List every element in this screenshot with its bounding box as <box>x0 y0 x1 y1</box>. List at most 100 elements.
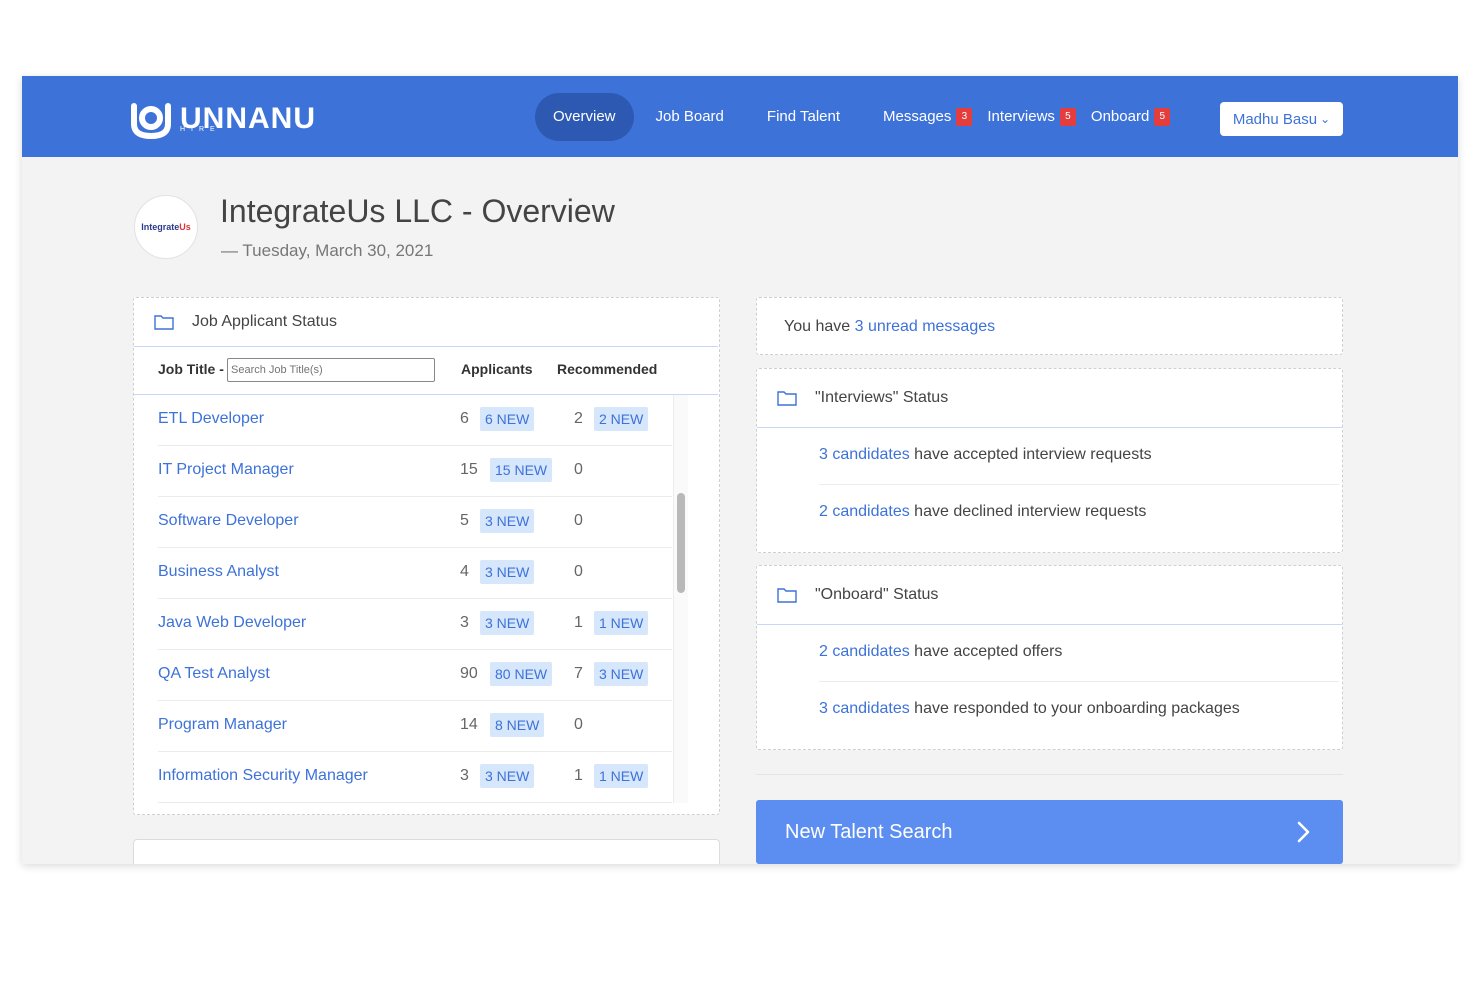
recommended-count: 1 <box>574 614 583 631</box>
secondary-card-partial <box>133 839 720 864</box>
nav-label: Find Talent <box>766 108 841 125</box>
recommended-count: 0 <box>574 461 583 478</box>
status-text: have accepted offers <box>909 643 1063 660</box>
applicants-new-tag[interactable]: 80 NEW <box>490 662 553 686</box>
nav-label: Job Board <box>655 108 724 125</box>
interviews-status-card: "Interviews" Status 3 candidates have ac… <box>756 368 1343 553</box>
table-row: ETL Developer 6 6 NEW 2 2 NEW <box>158 395 672 446</box>
brand-subtitle: HIRE <box>180 126 221 133</box>
table-row: QA Test Analyst 90 80 NEW 7 3 NEW <box>158 650 672 701</box>
interviews-accepted-line: 3 candidates have accepted interview req… <box>819 446 1152 464</box>
scrollbar[interactable] <box>673 395 688 803</box>
applicants-count: 15 <box>460 461 478 478</box>
job-title-link[interactable]: QA Test Analyst <box>158 665 270 683</box>
chevron-right-icon <box>1297 821 1310 843</box>
scrollbar-thumb[interactable] <box>677 493 685 593</box>
nav-label: Overview <box>553 108 616 125</box>
folder-icon <box>777 391 797 406</box>
divider <box>819 681 1339 682</box>
card-title: "Onboard" Status <box>815 586 939 603</box>
table-row: IT Project Manager 15 15 NEW 0 <box>158 446 672 497</box>
applicants-new-tag[interactable]: 3 NEW <box>480 560 535 584</box>
table-row: Software Developer 5 3 NEW 0 <box>158 497 672 548</box>
recommended-count: 7 <box>574 665 583 682</box>
applicants-new-tag[interactable]: 6 NEW <box>480 407 535 431</box>
job-rows: ETL Developer 6 6 NEW 2 2 NEW IT Project… <box>134 395 718 803</box>
card-header: "Interviews" Status <box>757 369 1342 427</box>
nav-onboard[interactable]: Onboard 5 <box>1076 93 1171 141</box>
column-recommended[interactable]: Recommended <box>557 361 657 377</box>
table-row: Business Analyst 4 3 NEW 0 <box>158 548 672 599</box>
onboard-packages-line: 3 candidates have responded to your onbo… <box>819 700 1240 718</box>
accepted-candidates-link[interactable]: 3 candidates <box>819 446 910 463</box>
card-header: Job Applicant Status <box>134 298 719 346</box>
applicants-new-tag[interactable]: 3 NEW <box>480 509 535 533</box>
divider <box>757 427 1342 428</box>
page-title: IntegrateUs LLC - Overview <box>220 193 615 229</box>
nav-messages[interactable]: Messages 3 <box>861 93 973 141</box>
column-applicants[interactable]: Applicants <box>461 361 533 377</box>
job-title-search-input[interactable] <box>227 358 435 382</box>
onboard-count-badge: 5 <box>1154 108 1171 126</box>
company-logo-text-accent: Us <box>179 222 191 232</box>
applicants-new-tag[interactable]: 3 NEW <box>480 764 535 788</box>
interviews-declined-line: 2 candidates have declined interview req… <box>819 503 1146 521</box>
onboard-status-card: "Onboard" Status 2 candidates have accep… <box>756 565 1343 750</box>
chevron-down-icon: ⌄ <box>1320 112 1331 126</box>
recommended-new-tag[interactable]: 2 NEW <box>594 407 649 431</box>
main-nav: Overview Job Board Find Talent Messages 3… <box>535 93 1171 141</box>
declined-candidates-link[interactable]: 2 candidates <box>819 503 910 520</box>
recommended-new-tag[interactable]: 1 NEW <box>594 764 649 788</box>
recommended-count: 2 <box>574 410 583 427</box>
job-title-link[interactable]: Java Web Developer <box>158 614 306 632</box>
applicants-new-tag[interactable]: 3 NEW <box>480 611 535 635</box>
user-menu-button[interactable]: Madhu Basu ⌄ <box>1220 102 1343 136</box>
packages-candidates-link[interactable]: 3 candidates <box>819 700 910 717</box>
cta-label: New Talent Search <box>785 820 953 843</box>
recommended-new-tag[interactable]: 3 NEW <box>594 662 649 686</box>
messages-prefix: You have <box>784 318 855 335</box>
recommended-new-tag[interactable]: 1 NEW <box>594 611 649 635</box>
applicants-count: 14 <box>460 716 478 733</box>
unread-messages-link[interactable]: 3 unread messages <box>855 318 996 335</box>
job-title-link[interactable]: Business Analyst <box>158 563 279 581</box>
job-title-link[interactable]: Information Security Manager <box>158 767 368 785</box>
onboard-offers-line: 2 candidates have accepted offers <box>819 643 1062 661</box>
applicants-count: 4 <box>460 563 469 580</box>
folder-icon <box>777 588 797 603</box>
user-name: Madhu Basu <box>1232 110 1318 128</box>
recommended-count: 0 <box>574 716 583 733</box>
nav-find-talent[interactable]: Find Talent <box>746 93 861 141</box>
applicants-count: 3 <box>460 767 469 784</box>
recommended-count: 1 <box>574 767 583 784</box>
page-date: — Tuesday, March 30, 2021 <box>221 241 434 260</box>
divider <box>757 624 1342 625</box>
table-row: Java Web Developer 3 3 NEW 1 1 NEW <box>158 599 672 650</box>
nav-label: Onboard <box>1090 108 1150 125</box>
card-title: "Interviews" Status <box>815 389 949 406</box>
recommended-count: 0 <box>574 512 583 529</box>
status-text: have declined interview requests <box>909 503 1147 520</box>
table-header: Job Title - Applicants Recommended <box>134 346 718 395</box>
new-talent-search-button[interactable]: New Talent Search <box>756 800 1343 864</box>
applicants-new-tag[interactable]: 8 NEW <box>490 713 545 737</box>
job-title-link[interactable]: IT Project Manager <box>158 461 294 479</box>
applicants-count: 90 <box>460 665 478 682</box>
divider <box>756 774 1343 775</box>
table-row: Program Manager 14 8 NEW 0 <box>158 701 672 752</box>
nav-interviews[interactable]: Interviews 5 <box>972 93 1076 141</box>
interviews-count-badge: 5 <box>1059 108 1076 126</box>
card-title: Job Applicant Status <box>192 313 337 330</box>
applicants-new-tag[interactable]: 15 NEW <box>490 458 553 482</box>
status-text: have responded to your onboarding packag… <box>909 700 1240 717</box>
nav-job-board[interactable]: Job Board <box>634 93 746 141</box>
brand-logo[interactable]: UNNANU <box>128 98 316 140</box>
nav-overview[interactable]: Overview <box>535 93 634 141</box>
applicants-count: 5 <box>460 512 469 529</box>
job-title-link[interactable]: ETL Developer <box>158 410 264 428</box>
offers-candidates-link[interactable]: 2 candidates <box>819 643 910 660</box>
job-title-link[interactable]: Software Developer <box>158 512 299 530</box>
nav-label: Messages <box>883 108 952 125</box>
job-title-link[interactable]: Program Manager <box>158 716 287 734</box>
table-row: Information Security Manager 3 3 NEW 1 1… <box>158 752 672 803</box>
